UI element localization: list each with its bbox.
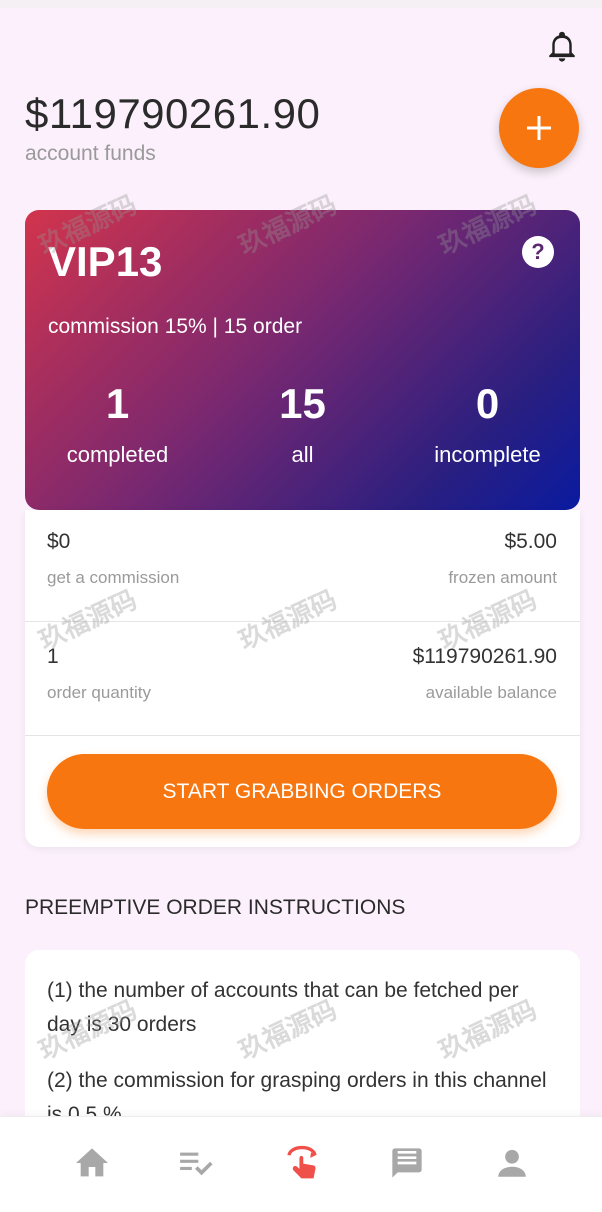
frozen-label: frozen amount bbox=[448, 568, 557, 587]
stat-label: incomplete bbox=[434, 442, 541, 467]
help-icon[interactable]: ? bbox=[522, 236, 554, 268]
instructions-title: PREEMPTIVE ORDER INSTRUCTIONS bbox=[25, 896, 406, 919]
balance-amount: $119790261.90 bbox=[25, 90, 321, 137]
info-row-balance: 1 order quantity $119790261.90 available… bbox=[47, 645, 557, 757]
account-balance: $119790261.90 account funds bbox=[25, 90, 320, 166]
stat-label: all bbox=[291, 442, 314, 467]
stat-value: 1 bbox=[105, 380, 130, 427]
start-grabbing-button[interactable]: START GRABBING ORDERS bbox=[47, 754, 557, 829]
commission-label: get a commission bbox=[47, 568, 180, 587]
order-qty-value: 1 bbox=[47, 645, 59, 668]
vip-level: VIP13 bbox=[48, 238, 163, 285]
commission-cell: $0 get a commission bbox=[47, 530, 179, 588]
available-value: $119790261.90 bbox=[412, 645, 557, 668]
message-icon bbox=[392, 1148, 422, 1178]
info-row-commission: $0 get a commission $5.00 frozen amount bbox=[47, 530, 557, 642]
order-qty-label: order quantity bbox=[47, 683, 151, 702]
instruction-item: (1) the number of accounts that can be f… bbox=[47, 979, 519, 1036]
vip-description: commission 15% | 15 order bbox=[48, 315, 303, 338]
grab-order-icon bbox=[287, 1145, 317, 1179]
stat-incomplete: 0 incomplete bbox=[395, 380, 580, 468]
stat-label: completed bbox=[66, 442, 169, 467]
nav-profile[interactable] bbox=[494, 1145, 530, 1181]
info-card: $0 get a commission $5.00 frozen amount … bbox=[25, 510, 580, 847]
nav-messages[interactable] bbox=[389, 1145, 425, 1181]
profile-icon bbox=[498, 1149, 526, 1177]
nav-grab[interactable] bbox=[284, 1145, 320, 1181]
vip-card: VIP13 ? commission 15% | 15 order 1 comp… bbox=[25, 210, 580, 510]
notification-bell-icon[interactable] bbox=[547, 30, 577, 64]
available-label: available balance bbox=[425, 683, 557, 702]
add-funds-button[interactable] bbox=[499, 88, 579, 168]
order-list-icon bbox=[180, 1152, 213, 1176]
plus-icon bbox=[527, 116, 551, 140]
stat-value: 0 bbox=[475, 380, 500, 427]
order-qty-cell: 1 order quantity bbox=[47, 645, 151, 703]
nav-home[interactable] bbox=[74, 1145, 110, 1181]
status-bar bbox=[0, 0, 602, 8]
available-cell: $119790261.90 available balance bbox=[413, 645, 557, 703]
nav-orders[interactable] bbox=[179, 1145, 215, 1181]
frozen-cell: $5.00 frozen amount bbox=[448, 530, 557, 588]
home-icon bbox=[76, 1148, 108, 1177]
commission-value: $0 bbox=[47, 530, 71, 553]
bottom-nav bbox=[0, 1116, 602, 1212]
frozen-value: $5.00 bbox=[504, 530, 557, 553]
divider bbox=[25, 735, 580, 736]
vip-stats: 1 completed 15 all 0 incomplete bbox=[25, 380, 580, 468]
divider bbox=[25, 621, 580, 622]
balance-label: account funds bbox=[25, 142, 156, 165]
stat-completed: 1 completed bbox=[25, 380, 210, 468]
stat-value: 15 bbox=[279, 380, 326, 427]
stat-all: 15 all bbox=[210, 380, 395, 468]
